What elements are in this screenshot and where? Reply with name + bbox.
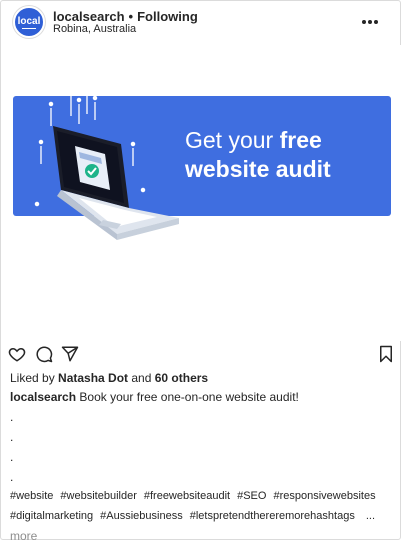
caption-dot: .: [10, 450, 14, 464]
likes-prefix: Liked by: [10, 371, 59, 385]
caption-ellipsis: ...: [365, 510, 375, 522]
likes-summary: Liked by Natasha Dot and 60 others: [10, 371, 208, 385]
location-link[interactable]: Robina, Australia: [53, 23, 136, 35]
banner-headline: Get your free website audit: [185, 126, 331, 184]
post-media[interactable]: Get your free website audit: [1, 45, 401, 341]
likes-middle: and: [128, 371, 155, 385]
hashtag-link[interactable]: #digitalmarketing: [10, 510, 93, 522]
more-dot: [362, 20, 366, 24]
hashtag-link[interactable]: #SEO: [237, 490, 266, 502]
likes-others-link[interactable]: 60 others: [155, 371, 208, 385]
more-dot: [368, 20, 372, 24]
comment-icon[interactable]: [35, 345, 53, 363]
banner-line2: website audit: [185, 156, 331, 182]
caption: localsearch Book your free one-on-one we…: [10, 390, 299, 404]
banner-line1-prefix: Get your: [185, 127, 280, 153]
share-icon[interactable]: [61, 345, 79, 363]
hashtag-link[interactable]: #freewebsiteaudit: [144, 490, 230, 502]
hashtag-link[interactable]: #responsivewebsites: [273, 490, 375, 502]
username-link[interactable]: localsearch: [53, 9, 125, 24]
caption-dot: .: [10, 470, 14, 484]
hashtag-line-2: #digitalmarketing #Aussiebusiness #letspre…: [10, 510, 382, 522]
laptop-illustration: [34, 87, 179, 240]
caption-dot: .: [10, 430, 14, 444]
username-row: localsearch • Following: [53, 9, 198, 24]
promo-banner: Get your free website audit: [13, 87, 391, 240]
caption-text: Book your free one-on-one website audit!: [79, 390, 299, 404]
heart-icon[interactable]: [8, 345, 26, 363]
more-dot: [374, 20, 378, 24]
separator-dot: •: [128, 9, 134, 24]
hashtag-link[interactable]: #Aussiebusiness: [100, 510, 183, 522]
more-link[interactable]: more: [10, 529, 37, 540]
banner-line1-bold: free: [279, 127, 322, 153]
avatar-underline: [22, 27, 36, 29]
bookmark-icon[interactable]: [378, 345, 394, 363]
more-options-icon[interactable]: [362, 14, 382, 28]
hashtag-link[interactable]: #website: [10, 490, 53, 502]
avatar[interactable]: local: [13, 6, 45, 38]
avatar-text: local: [17, 16, 41, 27]
caption-dot: .: [10, 410, 14, 424]
post-header: local localsearch • Following Robina, Aust…: [1, 1, 401, 45]
hashtag-link[interactable]: #letspretendthereremorehashtags: [190, 510, 355, 522]
hashtag-line-1: #website #websitebuilder #freewebsiteaudit…: [10, 490, 383, 502]
action-bar: [1, 343, 401, 369]
following-button[interactable]: Following: [137, 9, 198, 24]
post-card: local localsearch • Following Robina, Aust…: [0, 0, 401, 540]
liked-by-user-link[interactable]: Natasha Dot: [58, 371, 128, 385]
hashtag-link[interactable]: #websitebuilder: [60, 490, 136, 502]
caption-username-link[interactable]: localsearch: [10, 390, 76, 404]
